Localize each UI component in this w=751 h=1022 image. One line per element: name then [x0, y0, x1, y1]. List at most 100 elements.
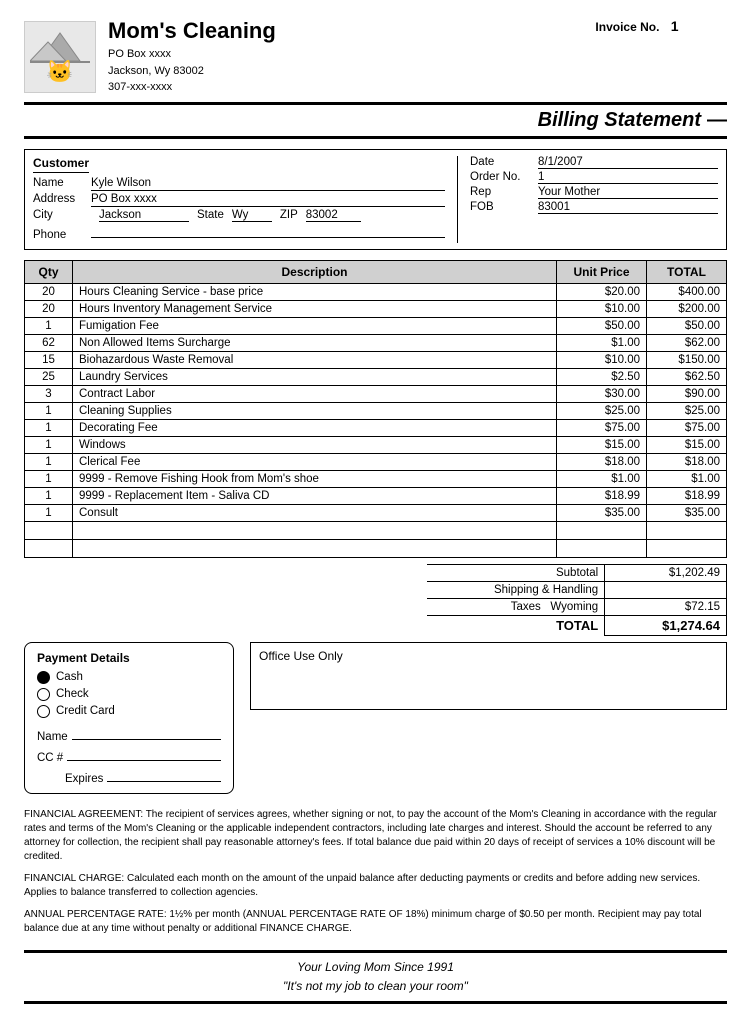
row-unit-price: $10.00 [557, 351, 647, 368]
payment-title: Payment Details [37, 651, 221, 665]
row-desc: Laundry Services [73, 368, 557, 385]
footer: Your Loving Mom Since 1991 "It's not my … [24, 950, 727, 1004]
row-desc: Biohazardous Waste Removal [73, 351, 557, 368]
customer-left: Customer Name Kyle Wilson Address PO Box… [33, 156, 458, 243]
payment-option-cash: Cash [37, 671, 221, 684]
payment-box: Payment Details Cash Check Credit Card N… [24, 642, 234, 794]
customer-zip-value: 83002 [306, 209, 361, 222]
row-qty: 20 [25, 283, 73, 300]
row-total: $18.99 [647, 487, 727, 504]
row-unit-price: $20.00 [557, 283, 647, 300]
footer-line2: "It's not my job to clean your room" [24, 977, 727, 996]
row-total: $62.50 [647, 368, 727, 385]
table-row: 15 Biohazardous Waste Removal $10.00 $15… [25, 351, 727, 368]
col-header-qty: Qty [25, 260, 73, 283]
row-desc: Decorating Fee [73, 419, 557, 436]
row-qty: 1 [25, 317, 73, 334]
payment-name-field [72, 726, 221, 740]
col-header-desc: Description [73, 260, 557, 283]
invoice-number: 1 [671, 18, 679, 34]
subtotal-value: $1,202.49 [605, 564, 727, 581]
order-no-label: Order No. [470, 171, 538, 183]
row-qty: 1 [25, 470, 73, 487]
office-use-box: Office Use Only [250, 642, 727, 710]
subtotal-row: Subtotal $1,202.49 [427, 564, 727, 581]
customer-city-row: City Jackson State Wy ZIP 83002 [33, 209, 445, 222]
company-address1: PO Box xxxx [108, 46, 276, 63]
fob-value: 83001 [538, 201, 718, 214]
rep-row: Rep Your Mother [470, 186, 718, 199]
row-unit-price: $15.00 [557, 436, 647, 453]
date-row: Date 8/1/2007 [470, 156, 718, 169]
payment-option-cc: Credit Card [37, 705, 221, 718]
table-row: 20 Hours Inventory Management Service $1… [25, 300, 727, 317]
grand-total-value: $1,274.64 [605, 615, 727, 635]
legal-section: FINANCIAL AGREEMENT: The recipient of se… [24, 808, 727, 936]
table-row: 1 Decorating Fee $75.00 $75.00 [25, 419, 727, 436]
row-qty: 1 [25, 436, 73, 453]
state-label: State [197, 209, 224, 221]
subtotal-label: Subtotal [427, 564, 605, 581]
row-unit-price: $50.00 [557, 317, 647, 334]
col-header-total: TOTAL [647, 260, 727, 283]
row-total: $18.00 [647, 453, 727, 470]
table-row: 1 9999 - Remove Fishing Hook from Mom's … [25, 470, 727, 487]
header-left: 🐱 Mom's Cleaning PO Box xxxx Jackson, Wy… [24, 18, 276, 96]
row-qty: 3 [25, 385, 73, 402]
subtotals-area: Subtotal $1,202.49 Shipping & Handling T… [24, 564, 727, 636]
row-desc: Cleaning Supplies [73, 402, 557, 419]
payment-name-label: Name [37, 731, 68, 743]
bottom-section: Payment Details Cash Check Credit Card N… [24, 642, 727, 794]
shipping-row: Shipping & Handling [427, 581, 727, 598]
date-label: Date [470, 156, 538, 168]
billing-statement-title: Billing Statement [538, 109, 701, 132]
radio-cash-icon [37, 671, 50, 684]
taxes-label: Taxes Wyoming [427, 598, 605, 615]
row-desc: Hours Cleaning Service - base price [73, 283, 557, 300]
radio-cc-icon [37, 705, 50, 718]
address-label: Address [33, 193, 91, 205]
row-total: $15.00 [647, 436, 727, 453]
row-unit-price: $25.00 [557, 402, 647, 419]
row-total: $75.00 [647, 419, 727, 436]
table-row: 1 Windows $15.00 $15.00 [25, 436, 727, 453]
row-desc: Contract Labor [73, 385, 557, 402]
payment-check-label: Check [56, 688, 89, 700]
customer-section-title: Customer [33, 156, 89, 173]
payment-cc-label: Credit Card [56, 705, 115, 717]
rep-label: Rep [470, 186, 538, 198]
customer-phone-value [91, 224, 445, 238]
footer-line1: Your Loving Mom Since 1991 [24, 958, 727, 977]
row-unit-price: $75.00 [557, 419, 647, 436]
payment-option-check: Check [37, 688, 221, 701]
row-unit-price: $18.99 [557, 487, 647, 504]
table-row: 20 Hours Cleaning Service - base price $… [25, 283, 727, 300]
shipping-value [605, 581, 727, 598]
customer-name-value: Kyle Wilson [91, 177, 445, 191]
row-total: $400.00 [647, 283, 727, 300]
payment-name-row: Name [37, 726, 221, 743]
right-summary: Office Use Only [250, 642, 727, 794]
name-label: Name [33, 177, 91, 189]
payment-expires-label: Expires [65, 773, 103, 785]
row-desc: Fumigation Fee [73, 317, 557, 334]
row-unit-price: $10.00 [557, 300, 647, 317]
row-total: $50.00 [647, 317, 727, 334]
col-header-unit-price: Unit Price [557, 260, 647, 283]
row-unit-price: $35.00 [557, 504, 647, 521]
table-row: 1 Fumigation Fee $50.00 $50.00 [25, 317, 727, 334]
row-desc: Clerical Fee [73, 453, 557, 470]
fob-row: FOB 83001 [470, 201, 718, 214]
table-empty-row [25, 539, 727, 557]
customer-section: Customer Name Kyle Wilson Address PO Box… [24, 149, 727, 250]
row-total: $1.00 [647, 470, 727, 487]
mountain-icon [30, 28, 90, 63]
customer-city-value: Jackson [99, 209, 189, 222]
legal-para1: FINANCIAL AGREEMENT: The recipient of se… [24, 808, 727, 864]
payment-cc-row: CC # [37, 747, 221, 764]
row-total: $62.00 [647, 334, 727, 351]
row-total: $35.00 [647, 504, 727, 521]
customer-state-value: Wy [232, 209, 272, 222]
subtotals-table: Subtotal $1,202.49 Shipping & Handling T… [427, 564, 727, 636]
row-qty: 1 [25, 453, 73, 470]
